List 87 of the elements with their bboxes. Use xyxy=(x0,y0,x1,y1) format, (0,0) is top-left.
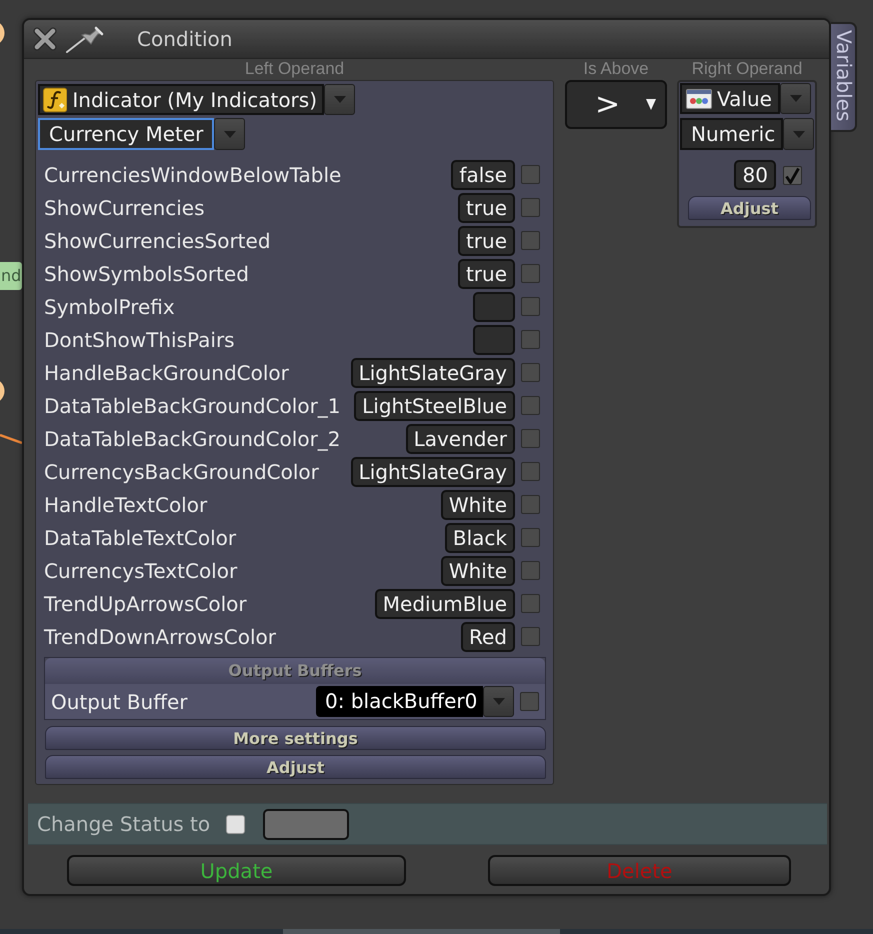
checkbox[interactable] xyxy=(521,462,540,481)
value-field[interactable]: Black xyxy=(444,522,515,552)
value-field[interactable]: Red xyxy=(461,622,515,652)
more-settings-button[interactable]: More settings xyxy=(45,726,546,750)
value-field[interactable]: LightSlateGray xyxy=(350,456,515,486)
caret-icon xyxy=(790,95,802,102)
update-button[interactable]: Update xyxy=(67,855,406,886)
source-dropdown[interactable]: Indicator (My Indicators) xyxy=(38,84,324,115)
parameter-label: DontShowThisPairs xyxy=(44,328,236,352)
dropdown-button[interactable] xyxy=(483,686,514,717)
type-dropdown[interactable]: Numeric xyxy=(680,118,783,150)
caret-icon xyxy=(224,130,236,138)
caret-icon xyxy=(492,698,504,705)
checkbox[interactable] xyxy=(521,594,540,613)
parameter-label: ShowCurrenciesSorted xyxy=(44,228,272,252)
left-operand-label: Left Operand xyxy=(244,59,346,80)
parameter-label: CurrencysTextColor xyxy=(44,558,238,582)
parameter-label: SymbolPrefix xyxy=(44,294,176,318)
checkmark-icon xyxy=(785,166,800,184)
checkbox[interactable] xyxy=(521,297,540,316)
section-header: Output Buffers xyxy=(45,658,545,684)
value-field[interactable]: MediumBlue xyxy=(374,588,515,618)
parameter-label: CurrencysBackGroundColor xyxy=(44,460,320,484)
output-buffer-label: Output Buffer xyxy=(51,690,189,714)
dropdown-button[interactable] xyxy=(783,118,814,150)
value-field[interactable]: true xyxy=(458,258,515,288)
value-field[interactable]: LightSteelBlue xyxy=(354,390,515,420)
operator-label: Is Above xyxy=(582,59,650,80)
checkbox[interactable] xyxy=(521,165,540,184)
value-field[interactable]: true xyxy=(458,226,515,256)
buffer-dropdown[interactable]: 0: blackBuffer0 xyxy=(316,686,483,717)
value-field[interactable]: true xyxy=(458,192,515,222)
parameter-label: HandleBackGroundColor xyxy=(44,360,290,384)
checkbox[interactable] xyxy=(521,528,540,547)
parameter-label: DataTableBackGroundColor_2 xyxy=(44,426,342,450)
adjust-button[interactable]: Adjust xyxy=(688,196,811,220)
parameter-label: HandleTextColor xyxy=(44,492,208,516)
parameter-label: DataTableTextColor xyxy=(44,526,238,550)
right-operand-label: Right Operand xyxy=(690,59,804,80)
variables-tab[interactable]: Variables xyxy=(831,22,857,132)
close-icon[interactable] xyxy=(33,27,57,51)
checkbox[interactable] xyxy=(783,166,802,184)
value-field[interactable]: White xyxy=(440,556,515,586)
dropdown-button[interactable] xyxy=(324,84,355,115)
value-icon xyxy=(686,88,712,108)
checkbox[interactable] xyxy=(521,495,540,514)
connector-line xyxy=(0,432,22,446)
caret-icon xyxy=(334,96,346,103)
scrollbar-thumb[interactable] xyxy=(283,929,560,934)
parameter-label: TrendUpArrowsColor xyxy=(44,592,248,616)
value-field[interactable] xyxy=(473,324,515,354)
checkbox[interactable] xyxy=(521,429,540,448)
dropdown-button[interactable] xyxy=(780,83,811,114)
value-field[interactable] xyxy=(473,292,515,322)
parameter-label: CurrenciesWindowBelowTable xyxy=(44,162,342,186)
dropdown-button[interactable] xyxy=(214,118,245,150)
operator-dropdown[interactable]: > xyxy=(565,80,667,129)
adjust-button[interactable]: Adjust xyxy=(45,755,546,779)
checkbox[interactable] xyxy=(521,231,540,250)
change-status-label: Change Status to xyxy=(37,812,212,836)
indicator-dropdown[interactable]: Currency Meter xyxy=(38,118,214,150)
parameter-label: DataTableBackGroundColor_1 xyxy=(44,394,342,418)
caret-icon xyxy=(792,130,804,138)
checkbox[interactable] xyxy=(521,396,540,415)
parameter-label: ShowCurrencies xyxy=(44,196,206,220)
value-field[interactable]: 80 xyxy=(734,160,776,190)
value-field[interactable]: White xyxy=(440,490,515,520)
parameter-label: TrendDownArrowsColor xyxy=(44,624,277,648)
function-icon xyxy=(43,86,68,112)
window-title: Condition xyxy=(137,27,232,51)
checkbox[interactable] xyxy=(521,561,540,580)
checkbox[interactable] xyxy=(521,627,540,646)
pin-icon[interactable] xyxy=(65,25,105,53)
value-field[interactable]: false xyxy=(451,160,515,190)
checkbox[interactable] xyxy=(521,363,540,382)
value-field[interactable]: LightSlateGray xyxy=(350,358,515,388)
node-label: nd xyxy=(0,262,22,290)
parameter-label: ShowSymbolsSorted xyxy=(44,262,250,286)
checkbox[interactable] xyxy=(521,198,540,217)
value-field[interactable]: Lavender xyxy=(406,424,515,454)
caret-icon xyxy=(646,99,656,110)
checkbox[interactable] xyxy=(520,692,539,711)
checkbox[interactable] xyxy=(521,264,540,283)
source-dropdown[interactable]: Value xyxy=(680,83,780,114)
checkbox[interactable] xyxy=(226,814,245,834)
status-field[interactable] xyxy=(263,808,349,840)
checkbox[interactable] xyxy=(521,330,540,349)
